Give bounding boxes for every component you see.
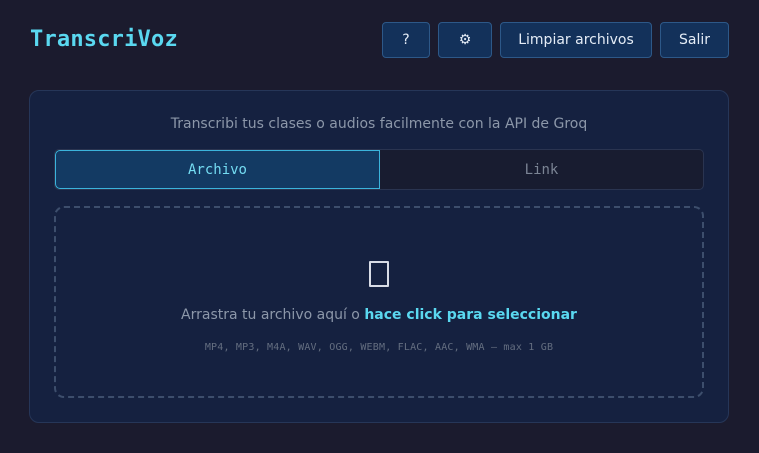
logout-button[interactable]: Salir	[660, 22, 729, 58]
clear-files-button[interactable]: Limpiar archivos	[500, 22, 652, 58]
dropzone-text: Arrastra tu archivo aquí o hace click pa…	[56, 307, 702, 323]
dropzone-prefix: Arrastra tu archivo aquí o	[181, 307, 365, 323]
app-title: TranscriVoz	[30, 27, 178, 52]
supported-formats: MP4, MP3, M4A, WAV, OGG, WEBM, FLAC, AAC…	[204, 342, 554, 353]
tagline: Transcribi tus clases o audios facilment…	[170, 116, 588, 132]
file-icon	[369, 261, 389, 287]
main-card: Transcribi tus clases o audios facilment…	[29, 90, 729, 423]
select-file-link[interactable]: hace click para seleccionar	[364, 307, 577, 323]
source-tabs: Archivo Link	[54, 149, 704, 190]
help-button[interactable]: ?	[382, 22, 430, 58]
file-dropzone[interactable]: Arrastra tu archivo aquí o hace click pa…	[54, 206, 704, 398]
settings-button[interactable]: ⚙	[438, 22, 492, 58]
tab-archivo[interactable]: Archivo	[55, 150, 380, 189]
tab-link[interactable]: Link	[380, 150, 703, 189]
